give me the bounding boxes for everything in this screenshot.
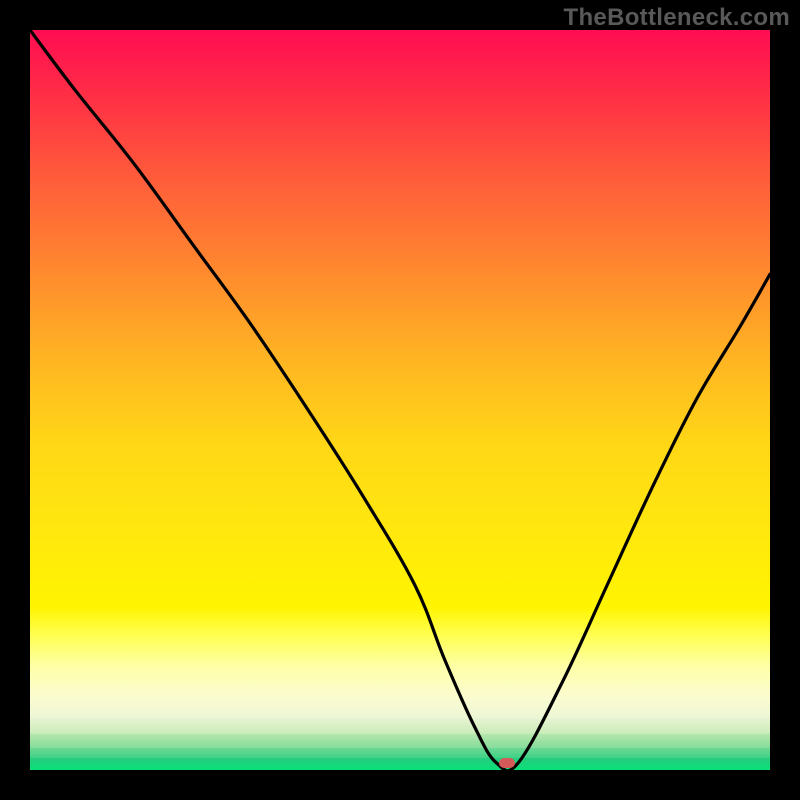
watermark-text: TheBottleneck.com [564, 4, 790, 32]
bottleneck-curve-path [30, 30, 770, 770]
chart-frame: TheBottleneck.com [0, 0, 800, 800]
curve-plot [30, 30, 770, 770]
plot-area [30, 30, 770, 770]
bottleneck-marker [499, 758, 515, 768]
